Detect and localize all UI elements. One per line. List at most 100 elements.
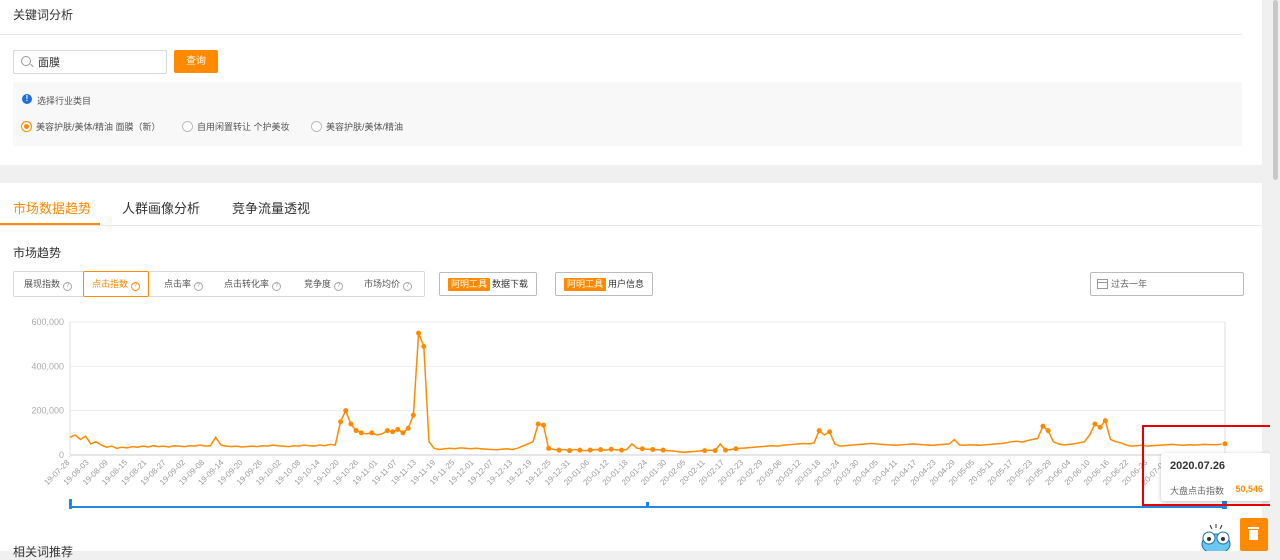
help-icon[interactable]: ?	[63, 282, 73, 291]
series-line	[69, 332, 1226, 454]
data-point	[421, 343, 427, 349]
tooltip-value: 50,546	[1235, 484, 1263, 494]
help-icon[interactable]: ?	[194, 282, 204, 291]
data-point	[556, 447, 562, 453]
data-point	[712, 448, 718, 454]
data-point	[650, 446, 656, 452]
tab-audience[interactable]: 人群画像分析	[122, 198, 200, 217]
data-point	[566, 448, 572, 454]
data-point-highlight	[1221, 440, 1229, 448]
query-button[interactable]: 查询	[174, 50, 218, 73]
data-point	[353, 428, 359, 434]
metric-selector: 展现指数? 点击指数? 点击率? 点击转化率? 竞争度? 市场均价?	[13, 271, 425, 297]
metric-clicks[interactable]: 点击指数?	[83, 271, 150, 297]
data-point	[608, 446, 614, 452]
divider	[0, 34, 1242, 35]
metric-label: 点击率	[164, 279, 192, 289]
data-point	[639, 446, 645, 452]
industry-option-label: 美容护肤/美体/精油	[326, 122, 404, 132]
calendar-icon	[1097, 279, 1108, 289]
scrollbar-thumb[interactable]	[1273, 0, 1278, 180]
radio-icon[interactable]	[311, 121, 322, 132]
trend-chart: 600,000400,000200,000019-07-2819-08-0319…	[31, 317, 1229, 509]
industry-option-2[interactable]: 自用闲置转让 个护美妆	[182, 120, 290, 133]
floating-action-button[interactable]	[1240, 518, 1268, 551]
metric-ctr[interactable]: 点击率?	[164, 272, 204, 296]
metric-label: 竞争度	[304, 279, 332, 289]
radio-checked-icon[interactable]	[21, 121, 32, 132]
data-point	[816, 428, 822, 434]
divider	[0, 225, 1262, 226]
tab-competition[interactable]: 竞争流量透视	[232, 198, 310, 217]
data-point	[369, 430, 375, 436]
help-icon[interactable]: ?	[131, 282, 141, 291]
chart-tooltip: 2020.07.26 大盘点击指数 50,546	[1161, 453, 1271, 501]
data-point	[1092, 421, 1098, 427]
section-title: 市场趋势	[13, 246, 62, 260]
industry-selector: ! 选择行业类目 美容护肤/美体/精油 面膜（新） 自用闲置转让 个护美妆 美容…	[13, 82, 1242, 146]
data-point	[733, 446, 739, 452]
data-download-button[interactable]: 阿明工具 数据下载	[439, 272, 538, 296]
metric-avg-price[interactable]: 市场均价?	[364, 272, 413, 296]
date-range-picker[interactable]: 过去一年	[1090, 272, 1244, 296]
data-point	[827, 429, 833, 435]
radio-icon[interactable]	[182, 121, 193, 132]
trash-icon	[1248, 527, 1259, 540]
data-point	[1040, 423, 1046, 429]
data-point	[343, 408, 349, 414]
data-point	[577, 447, 583, 453]
data-point	[410, 412, 416, 418]
industry-option-3[interactable]: 美容护肤/美体/精油	[311, 120, 403, 133]
info-icon: !	[22, 94, 32, 104]
metric-impression[interactable]: 展现指数?	[24, 272, 73, 296]
data-point	[546, 445, 552, 451]
data-point	[723, 447, 729, 453]
y-tick-label: 400,000	[31, 361, 64, 371]
tooltip-label: 大盘点击指数	[1170, 486, 1225, 496]
user-info-button[interactable]: 阿明工具 用户信息	[555, 272, 654, 296]
help-icon[interactable]: ?	[334, 282, 344, 291]
button-label: 用户信息	[608, 279, 645, 289]
data-point	[535, 421, 541, 427]
data-point	[384, 428, 390, 434]
y-tick-label: 600,000	[31, 317, 64, 327]
data-point	[587, 447, 593, 453]
search-box[interactable]	[13, 50, 167, 74]
data-point	[348, 421, 354, 427]
data-point	[358, 430, 364, 436]
tab-market-trend[interactable]: 市场数据趋势	[13, 198, 91, 217]
data-point	[702, 448, 708, 454]
data-point	[1097, 424, 1103, 430]
help-icon[interactable]: ?	[272, 282, 282, 291]
data-point	[400, 430, 406, 436]
metric-conversion[interactable]: 点击转化率?	[224, 272, 282, 296]
data-point	[618, 447, 624, 453]
date-range-label: 过去一年	[1111, 279, 1148, 289]
related-keywords-heading: 相关词推荐	[13, 545, 74, 559]
metric-competition[interactable]: 竞争度?	[304, 272, 344, 296]
industry-label: 选择行业类目	[37, 96, 92, 106]
tooltip-date: 2020.07.26	[1170, 460, 1226, 472]
data-point	[1045, 428, 1051, 434]
data-point	[338, 419, 344, 425]
search-icon	[21, 56, 31, 66]
metric-label: 市场均价	[364, 279, 401, 289]
data-point	[540, 422, 546, 428]
industry-option-label: 自用闲置转让 个护美妆	[197, 122, 290, 132]
metric-label: 点击指数	[92, 279, 129, 289]
data-point	[416, 330, 422, 336]
tool-badge: 阿明工具	[448, 278, 491, 291]
data-point	[395, 427, 401, 433]
mascot-icon[interactable]	[1196, 522, 1238, 551]
metric-label: 展现指数	[24, 279, 61, 289]
industry-option-label: 美容护肤/美体/精油 面膜（新）	[36, 122, 161, 132]
help-icon[interactable]: ?	[403, 282, 413, 291]
range-center-grip	[646, 502, 649, 506]
button-label: 数据下载	[492, 279, 529, 289]
tool-badge: 阿明工具	[564, 278, 607, 291]
industry-option-1[interactable]: 美容护肤/美体/精油 面膜（新）	[21, 120, 161, 133]
metric-label: 点击转化率	[224, 279, 270, 289]
data-point	[390, 429, 396, 435]
search-input[interactable]	[38, 54, 158, 70]
data-point	[660, 447, 666, 453]
